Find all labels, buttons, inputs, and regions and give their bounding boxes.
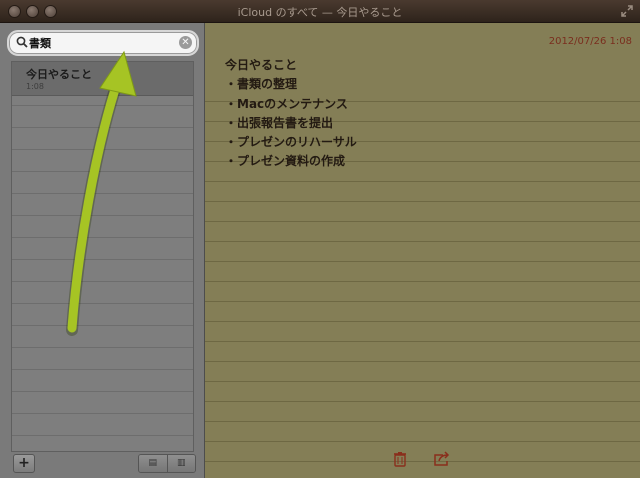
sidebar: ✕ 今日やること 1:08 + ▤ ▥ bbox=[0, 23, 205, 478]
search-field[interactable]: ✕ bbox=[7, 30, 199, 56]
fullscreen-icon[interactable] bbox=[620, 4, 634, 18]
note-list-item-time: 1:08 bbox=[26, 82, 44, 91]
note-line: ・プレゼンのリハーサル bbox=[225, 135, 357, 150]
note-body[interactable]: 今日やること ・書類の整理 ・Macのメンテナンス ・出張報告書を提出 ・プレゼ… bbox=[225, 56, 357, 172]
note-line: ・書類の整理 bbox=[225, 77, 298, 92]
note-list-item[interactable]: 今日やること 1:08 bbox=[12, 62, 193, 96]
note-line: ・プレゼン資料の作成 bbox=[225, 154, 346, 169]
trash-icon[interactable] bbox=[393, 451, 407, 467]
note-footer bbox=[205, 451, 640, 471]
note-date: 2012/07/26 1:08 bbox=[548, 36, 632, 47]
search-icon bbox=[16, 36, 28, 48]
detail-view-button[interactable]: ▥ bbox=[166, 455, 195, 472]
sidebar-footer: + ▤ ▥ bbox=[0, 449, 204, 478]
add-note-button[interactable]: + bbox=[13, 454, 35, 473]
share-icon[interactable] bbox=[433, 451, 451, 467]
note-line: 今日やること bbox=[225, 58, 298, 72]
title-bar: iCloud のすべて — 今日やること bbox=[0, 0, 640, 23]
clear-search-icon[interactable]: ✕ bbox=[179, 36, 192, 49]
note-list-item-title: 今日やること bbox=[26, 68, 92, 81]
note-editor[interactable]: 2012/07/26 1:08 今日やること ・書類の整理 ・Macのメンテナン… bbox=[205, 23, 640, 478]
search-input[interactable] bbox=[29, 34, 174, 51]
list-view-button[interactable]: ▤ bbox=[139, 455, 167, 472]
window-title: iCloud のすべて — 今日やること bbox=[237, 6, 403, 19]
view-toggle: ▤ ▥ bbox=[138, 454, 196, 473]
note-list: 今日やること 1:08 bbox=[11, 61, 194, 452]
note-line: ・Macのメンテナンス bbox=[225, 96, 348, 111]
note-line: ・出張報告書を提出 bbox=[225, 115, 334, 130]
